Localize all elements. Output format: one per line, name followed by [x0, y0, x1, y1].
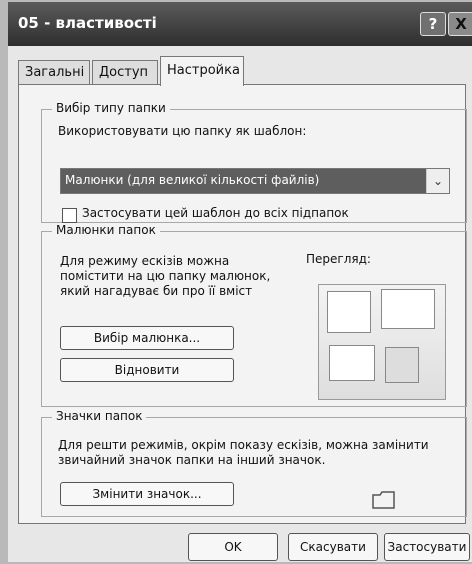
properties-window: 05 - властивості ? X Загальні Доступ Нас…	[8, 2, 472, 562]
help-button[interactable]: ?	[420, 12, 446, 36]
folder-pictures-legend: Малюнки папок	[52, 223, 160, 237]
template-select-value: Малюнки (для великої кількості файлів)	[65, 173, 320, 187]
preview-thumbnail-2	[381, 289, 435, 329]
chevron-down-icon[interactable]: ⌄	[426, 169, 449, 193]
window-title: 05 - властивості	[18, 14, 157, 32]
apply-subfolders-checkbox[interactable]	[62, 208, 77, 223]
folder-icons-legend: Значки папок	[52, 409, 147, 423]
change-icon-button[interactable]: Змінити значок...	[60, 482, 234, 506]
tab-sharing[interactable]: Доступ	[92, 60, 158, 84]
template-select[interactable]: Малюнки (для великої кількості файлів) ⌄	[60, 168, 450, 194]
apply-subfolders-label: Застосувати цей шаблон до всіх підпапок	[82, 206, 349, 220]
pictures-description-line-3: який нагадуває би про її вміст	[60, 284, 253, 298]
folder-pictures-group: Малюнки папок Для режиму ескізів можна п…	[41, 223, 467, 407]
customize-panel: Вибір типу папки Використовувати цю папк…	[18, 84, 467, 524]
pictures-description-line-2: помістити на цю папку малюнок,	[60, 269, 271, 283]
dialog-buttons: OK Скасувати Застосувати	[8, 528, 472, 562]
pictures-description-line-1: Для режиму ескізів можна	[60, 254, 230, 268]
folder-icon	[372, 491, 395, 509]
folder-icons-group: Значки папок Для решти режимів, окрім по…	[41, 409, 467, 517]
tab-general[interactable]: Загальні	[18, 60, 90, 84]
folder-preview	[318, 284, 446, 400]
icons-description-line-2: звичайний значок папки на інший значок.	[58, 453, 326, 467]
title-bar: 05 - властивості ? X	[8, 2, 472, 46]
template-label: Використовувати цю папку як шаблон:	[58, 124, 307, 138]
preview-label: Перегляд:	[306, 252, 371, 266]
restore-button[interactable]: Відновити	[60, 358, 234, 382]
apply-button[interactable]: Застосувати	[384, 533, 470, 561]
cancel-button[interactable]: Скасувати	[288, 533, 378, 561]
icons-description-line-1: Для решти режимів, окрім показу ескізів,…	[58, 438, 429, 452]
preview-thumbnail-4	[385, 347, 419, 383]
ok-button[interactable]: OK	[188, 533, 278, 561]
preview-thumbnail-3	[329, 345, 375, 381]
close-button[interactable]: X	[448, 12, 472, 36]
tab-customize[interactable]: Настройка	[160, 56, 244, 86]
choose-picture-button[interactable]: Вибір малюнка...	[60, 326, 234, 350]
preview-thumbnail-1	[327, 291, 371, 333]
folder-type-group: Вибір типу папки Використовувати цю папк…	[41, 101, 467, 223]
folder-type-legend: Вибір типу папки	[52, 101, 170, 115]
